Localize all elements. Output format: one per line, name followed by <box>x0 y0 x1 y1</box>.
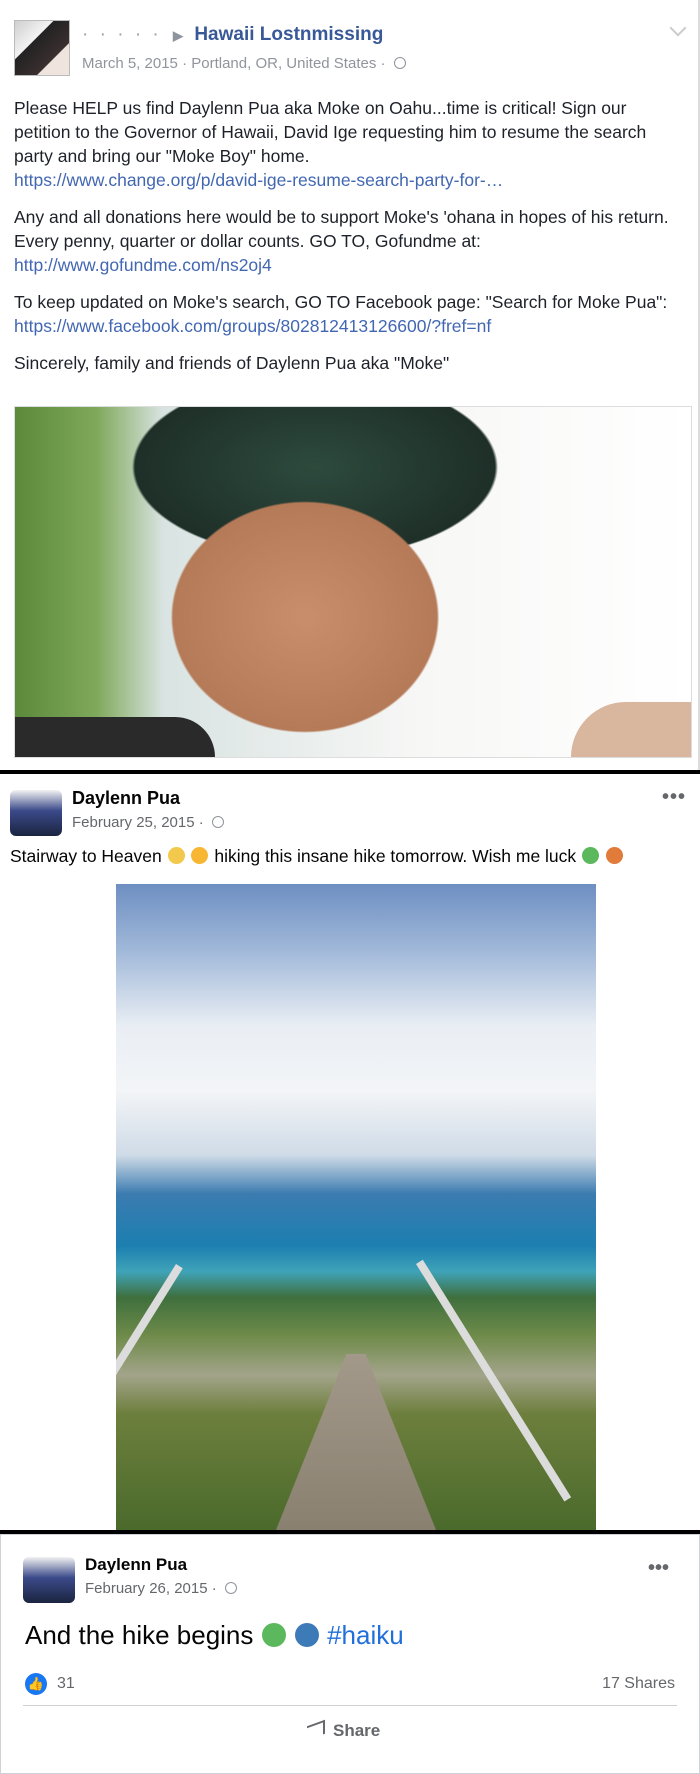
post-header: · · · · · ▶ Hawaii Lostnmissing <box>82 24 383 46</box>
more-options-icon[interactable]: ••• <box>648 1557 669 1580</box>
more-options-icon[interactable]: ••• <box>662 786 686 809</box>
globe-icon <box>211 816 224 828</box>
avatar[interactable] <box>10 790 62 836</box>
missing-person-photo[interactable] <box>14 406 692 758</box>
post-meta: February 26, 2015 · <box>85 1580 237 1597</box>
post-meta: February 25, 2015 · <box>72 814 224 831</box>
post-group-missing-person: · · · · · ▶ Hawaii Lostnmissing March 5,… <box>0 0 700 770</box>
post-paragraph: Please HELP us find Daylenn Pua aka Moke… <box>14 98 647 190</box>
post-date[interactable]: February 25, 2015 · <box>72 814 204 831</box>
share-icon <box>307 1719 325 1741</box>
author-name[interactable]: Daylenn Pua <box>85 1555 187 1575</box>
post-location[interactable]: Portland, OR, United States <box>191 55 376 72</box>
like-count[interactable]: 31 <box>57 1675 75 1693</box>
recycle-emoji <box>261 1623 286 1647</box>
post-date[interactable]: March 5, 2015 <box>82 55 178 72</box>
praying-hands-emoji <box>167 847 185 864</box>
post-paragraph: To keep updated on Moke's search, GO TO … <box>14 292 668 336</box>
post-hike-begins: Daylenn Pua February 26, 2015 · ••• And … <box>0 1534 700 1774</box>
like-icon[interactable]: 👍 <box>25 1673 47 1695</box>
arrow-right-icon: ▶ <box>173 28 184 43</box>
post-body: Please HELP us find Daylenn Pua aka Moke… <box>14 96 686 388</box>
poster-name-obscured[interactable]: · · · · · <box>82 24 162 45</box>
facebook-group-link[interactable]: https://www.facebook.com/groups/80281241… <box>14 316 491 336</box>
recycle-emoji <box>582 847 600 864</box>
leaf-emoji <box>605 847 623 864</box>
share-count[interactable]: 17 Shares <box>602 1675 675 1693</box>
post-meta: March 5, 2015 · Portland, OR, United Sta… <box>82 55 406 72</box>
chevron-down-icon[interactable] <box>669 19 687 37</box>
group-name-link[interactable]: Hawaii Lostnmissing <box>194 24 383 45</box>
grinning-face-emoji <box>191 847 209 864</box>
share-button[interactable]: Share <box>307 1719 380 1741</box>
author-name[interactable]: Daylenn Pua <box>72 788 180 809</box>
globe-icon <box>224 1582 237 1594</box>
petition-link[interactable]: https://www.change.org/p/david-ige-resum… <box>14 170 503 190</box>
post-text: Stairway to Heaven hiking this insane hi… <box>10 846 624 867</box>
poster-avatar[interactable] <box>14 20 70 76</box>
divider <box>23 1705 677 1706</box>
avatar[interactable] <box>23 1557 75 1603</box>
running-shoe-emoji <box>294 1623 319 1647</box>
post-signature: Sincerely, family and friends of Daylenn… <box>14 353 450 373</box>
hashtag-link[interactable]: #haiku <box>327 1620 404 1650</box>
post-date[interactable]: February 26, 2015 · <box>85 1580 217 1597</box>
post-stairway-to-heaven: Daylenn Pua February 25, 2015 · ••• Stai… <box>0 774 700 1530</box>
post-paragraph: Any and all donations here would be to s… <box>14 207 669 275</box>
globe-icon <box>393 57 406 69</box>
stairway-photo[interactable] <box>116 884 596 1530</box>
post-text: And the hike begins #haiku <box>25 1620 404 1650</box>
gofundme-link[interactable]: http://www.gofundme.com/ns2oj4 <box>14 255 272 275</box>
